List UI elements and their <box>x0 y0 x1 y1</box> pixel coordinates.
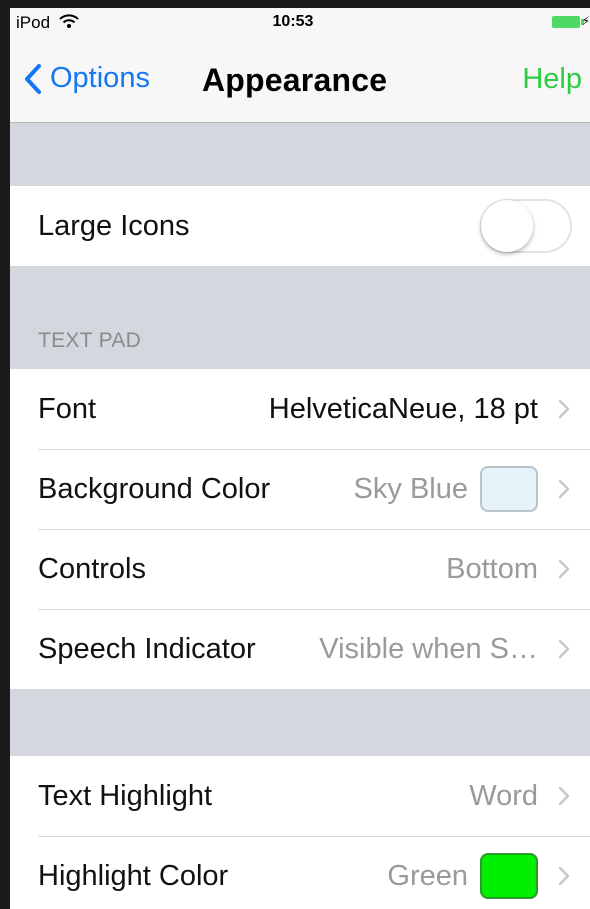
chevron-right-icon <box>538 399 590 419</box>
controls-row[interactable]: Controls Bottom <box>10 529 590 609</box>
toggle-knob <box>481 200 533 252</box>
font-label: Font <box>38 392 97 425</box>
speech-indicator-row[interactable]: Speech Indicator Visible when S… <box>10 609 590 689</box>
highlight-color-swatch <box>480 853 538 899</box>
background-color-row[interactable]: Background Color Sky Blue <box>10 449 590 529</box>
help-button[interactable]: Help <box>522 63 582 96</box>
battery-icon <box>552 16 580 28</box>
text-highlight-value: Word <box>469 779 538 812</box>
text-pad-section-header: TEXT PAD <box>38 329 142 352</box>
text-pad-section: Font HelveticaNeue, 18 pt Background Col… <box>10 369 590 689</box>
chevron-right-icon <box>538 866 590 886</box>
speech-indicator-value: Visible when S… <box>319 632 538 665</box>
text-highlight-row[interactable]: Text Highlight Word <box>10 756 590 836</box>
back-button[interactable]: Options <box>24 62 150 95</box>
background-color-swatch <box>480 466 538 512</box>
chevron-right-icon <box>538 639 590 659</box>
chevron-right-icon <box>538 559 590 579</box>
chevron-right-icon <box>538 786 590 806</box>
controls-value: Bottom <box>446 552 538 585</box>
large-icons-row: Large Icons <box>10 186 590 266</box>
background-color-label: Background Color <box>38 472 271 505</box>
status-time: 10:53 <box>272 13 314 30</box>
text-highlight-label: Text Highlight <box>38 779 213 812</box>
highlight-color-value: Green <box>387 859 468 892</box>
chevron-right-icon <box>538 479 590 499</box>
status-bar: iPod 10:53 ⚡ <box>10 8 590 38</box>
general-section: Large Icons <box>10 186 590 266</box>
speech-indicator-label: Speech Indicator <box>38 632 256 665</box>
font-row[interactable]: Font HelveticaNeue, 18 pt <box>10 369 590 449</box>
large-icons-label: Large Icons <box>38 209 190 242</box>
back-button-label: Options <box>50 62 150 94</box>
font-value: HelveticaNeue, 18 pt <box>268 392 538 425</box>
settings-screen: iPod 10:53 ⚡ Options Appearance Help Lar… <box>10 8 590 909</box>
chevron-left-icon <box>25 63 41 94</box>
charging-bolt-icon: ⚡ <box>581 14 590 28</box>
large-icons-toggle[interactable] <box>480 199 572 253</box>
controls-label: Controls <box>38 552 146 585</box>
navigation-bar: Options Appearance Help <box>10 38 590 123</box>
highlight-section: Text Highlight Word Highlight Color Gree… <box>10 756 590 909</box>
background-color-value: Sky Blue <box>353 472 468 505</box>
page-title: Appearance <box>202 62 388 98</box>
highlight-color-row[interactable]: Highlight Color Green <box>10 836 590 909</box>
highlight-color-label: Highlight Color <box>38 859 229 892</box>
